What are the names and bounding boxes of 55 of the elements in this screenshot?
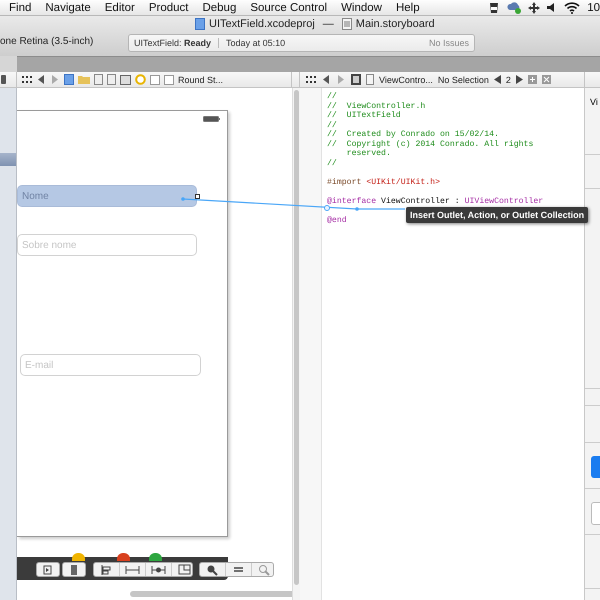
document-icon[interactable] [107,74,116,85]
code-line: // ViewController.h [327,102,426,111]
add-icon[interactable] [528,75,537,84]
code-line: @interface ViewController : UIViewController [327,197,544,207]
outline-toggle-icon[interactable] [1,75,6,84]
code-line: // Created by Conrado on 15/02/14. [327,130,500,140]
forward-icon[interactable] [336,75,346,84]
counterpart-count: 2 [506,74,511,84]
code-line: // UITextField [327,111,402,121]
clock-text: 10 [587,2,600,14]
cloud-sync-icon[interactable] [507,1,522,14]
title-separator: — [322,18,334,30]
forward-icon[interactable] [50,75,60,84]
battery-icon [203,116,220,122]
grid-icon[interactable] [22,76,32,84]
insertion-point-icon [324,205,330,211]
code-line: // [327,92,338,102]
code-line: // [327,158,338,168]
menu-item[interactable]: Window [341,2,382,14]
grid-icon[interactable] [306,76,316,84]
related-items-icon[interactable] [351,74,361,85]
inspector-title: Vi [590,97,598,107]
menu-item[interactable]: Debug [202,2,236,14]
scene-icon[interactable] [120,74,131,84]
previous-icon[interactable] [494,75,501,84]
menu-item[interactable]: Help [396,2,420,14]
storyboard-file-icon[interactable] [342,18,352,30]
resize-handle[interactable] [195,194,200,199]
window-title: UITextField.xcodeproj [209,18,315,30]
close-icon[interactable] [542,75,551,84]
menu-item[interactable]: Find [9,2,32,14]
jump-bar-item[interactable]: No Selection [438,74,489,84]
header-file-icon[interactable] [366,74,374,85]
menu-item[interactable]: Navigate [45,2,91,14]
tooltip: Insert Outlet, Action, or Outlet Collection [406,207,588,223]
move-icon[interactable] [528,2,540,14]
code-line: // [327,120,338,130]
menu-item[interactable]: Product [148,2,188,14]
code-line: reserved. [346,149,392,159]
trash-icon[interactable] [488,1,500,14]
code-line: // Copyright (c) 2014 Conrado. All rights [327,140,534,149]
activity-view: UITextField: Ready Today at 05:10 No Issues [128,34,475,52]
next-icon[interactable] [516,75,523,84]
wifi-icon[interactable] [564,2,580,14]
back-icon[interactable] [36,75,46,84]
destination-label[interactable]: one Retina (3.5-inch) [0,36,94,47]
back-icon[interactable] [321,75,331,84]
menu-item[interactable]: Editor [104,2,135,14]
jump-bar-item[interactable]: Round St... [178,74,224,84]
menu-item[interactable]: Source Control [250,2,328,14]
document-icon[interactable] [94,74,103,85]
jump-bar-item[interactable]: ViewContro... [379,74,433,84]
code-line: #import <UIKit/UIKit.h> [327,178,442,188]
window-title: Main.storyboard [356,18,435,30]
code-line: @end [327,216,348,226]
